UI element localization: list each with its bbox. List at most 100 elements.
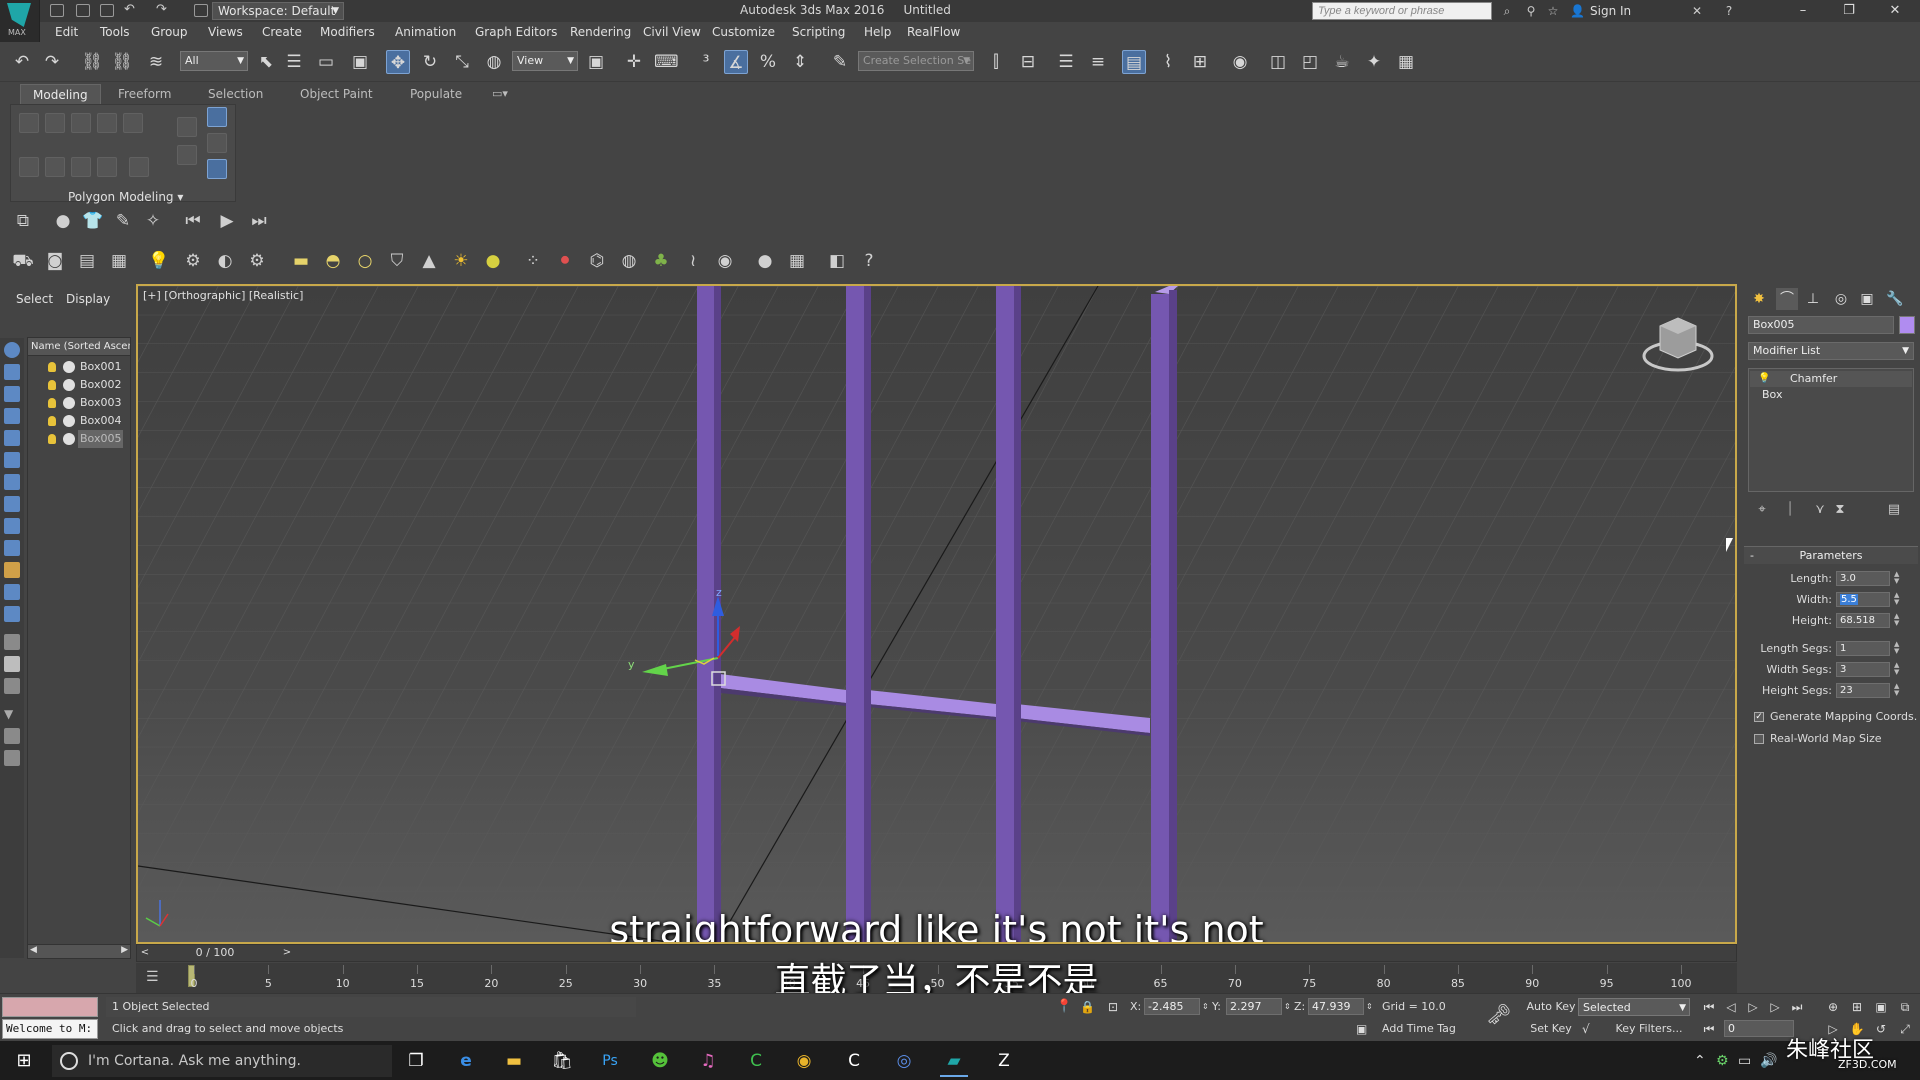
- menu-civil-view[interactable]: Civil View: [643, 25, 701, 39]
- render-production-icon[interactable]: ☕: [1330, 50, 1354, 74]
- go-to-start-icon[interactable]: ⏮: [1700, 998, 1718, 1016]
- select-object-icon[interactable]: ⬉: [254, 50, 278, 74]
- hierarchy-tab-icon[interactable]: ⊥: [1802, 288, 1824, 310]
- height-segs-field[interactable]: 23: [1836, 683, 1890, 698]
- isolate-selection-icon[interactable]: 📍: [1056, 997, 1072, 1017]
- light-bulb-icon[interactable]: [48, 398, 56, 408]
- go-to-start-icon[interactable]: ⏮: [182, 210, 204, 232]
- scene-object-row[interactable]: Box001: [28, 358, 130, 376]
- checkbox-unchecked-icon[interactable]: [1754, 734, 1764, 744]
- render-toggle-icon[interactable]: [63, 361, 75, 373]
- explorer-column-header[interactable]: Name (Sorted Ascen: [28, 338, 130, 356]
- display-tab-icon[interactable]: ▣: [1856, 288, 1878, 310]
- go-to-end-icon[interactable]: ⏭: [248, 210, 270, 232]
- ribbon-panel-label[interactable]: Polygon Modeling ▾: [68, 190, 183, 204]
- collapse-stack-icon[interactable]: [129, 157, 149, 177]
- tray-app-icon[interactable]: ⚙: [1716, 1047, 1729, 1075]
- menu-modifiers[interactable]: Modifiers: [320, 25, 375, 39]
- selection-lock-icon[interactable]: 🔒: [1080, 997, 1095, 1017]
- scene-object-row-selected[interactable]: Box005: [28, 430, 130, 448]
- scene-object-row[interactable]: Box002: [28, 376, 130, 394]
- layer-explorer-icon[interactable]: ≡: [1086, 50, 1110, 74]
- undo-icon[interactable]: ↶: [10, 50, 34, 74]
- spinner-icon[interactable]: ⇕: [1366, 997, 1373, 1017]
- blue-app-icon[interactable]: ◎: [884, 1045, 924, 1077]
- select-by-name-icon[interactable]: ☰: [282, 50, 306, 74]
- filter-frozen-icon[interactable]: [4, 562, 20, 578]
- scroll-right-icon[interactable]: ▶: [121, 945, 128, 955]
- keyboard-shortcut-override-icon[interactable]: ⌨: [654, 50, 679, 74]
- orbit-icon[interactable]: ↺: [1872, 1020, 1890, 1038]
- select-manipulate-icon[interactable]: ✛: [622, 50, 646, 74]
- motion-tab-icon[interactable]: ◎: [1830, 288, 1852, 310]
- spinner-icon[interactable]: ▲ ▼: [1894, 592, 1902, 607]
- subscription-icon[interactable]: ⚲: [1524, 4, 1538, 18]
- explorer-tab-select[interactable]: Select: [16, 292, 53, 306]
- light-bulb-icon[interactable]: 💡: [148, 250, 170, 272]
- post-box004[interactable]: [1151, 286, 1178, 942]
- filter-all-icon[interactable]: [4, 606, 20, 622]
- render-setup-icon[interactable]: ◫: [1266, 50, 1290, 74]
- selection-filter-dropdown[interactable]: All ▼: [180, 51, 248, 71]
- light-bulb-icon[interactable]: [48, 434, 56, 444]
- modify-tab-icon[interactable]: ⌒: [1776, 288, 1798, 310]
- open-file-icon[interactable]: [76, 4, 90, 17]
- scene-explorer-icon[interactable]: ☰: [1054, 50, 1078, 74]
- vertex-icon[interactable]: [19, 113, 39, 133]
- teapot-primitive-icon[interactable]: ⛉: [386, 250, 408, 272]
- viewport-scene[interactable]: y z: [138, 286, 1735, 942]
- y-coordinate-field[interactable]: 2.297: [1226, 998, 1282, 1015]
- post-box003[interactable]: [996, 286, 1021, 942]
- cone-icon[interactable]: ▲: [418, 250, 440, 272]
- spinner-icon[interactable]: ⇕: [1202, 997, 1209, 1017]
- menu-graph-editors[interactable]: Graph Editors: [475, 25, 557, 39]
- next-key-icon[interactable]: ▷: [1766, 998, 1784, 1016]
- spinner-icon[interactable]: ⇕: [1284, 997, 1291, 1017]
- filter-hidden-icon[interactable]: [4, 584, 20, 600]
- filter-helpers-icon[interactable]: [4, 430, 20, 446]
- explorer-options-icon[interactable]: [4, 750, 20, 766]
- menu-customize[interactable]: Customize: [712, 25, 775, 39]
- pin-stack-icon[interactable]: ⌖: [1754, 502, 1770, 518]
- material-sphere-icon[interactable]: ●: [754, 250, 776, 272]
- generate-mapping-coords-checkbox[interactable]: ✓ Generate Mapping Coords.: [1754, 708, 1920, 726]
- light-bulb-icon[interactable]: [48, 416, 56, 426]
- display-none-icon[interactable]: [4, 634, 20, 650]
- width-field[interactable]: 5.5: [1836, 592, 1890, 607]
- remove-modifier-icon[interactable]: [207, 133, 227, 153]
- tab-freeform[interactable]: Freeform: [106, 84, 183, 104]
- real-world-map-size-checkbox[interactable]: Real-World Map Size: [1754, 730, 1920, 748]
- list-icon[interactable]: ▤: [76, 250, 98, 272]
- scroll-left-icon[interactable]: ◀: [30, 945, 37, 955]
- light-bulb-icon[interactable]: [48, 380, 56, 390]
- photoshop-icon[interactable]: Ps: [590, 1045, 630, 1077]
- pivot-center-icon[interactable]: ▣: [584, 50, 608, 74]
- current-frame-field[interactable]: 0: [1724, 1020, 1794, 1037]
- explorer-horizontal-scrollbar[interactable]: ◀ ▶: [28, 944, 130, 958]
- zoom-extents-all-icon[interactable]: ⧉: [1896, 998, 1914, 1016]
- windows-start-icon[interactable]: ⊞: [4, 1045, 44, 1077]
- edge-browser-icon[interactable]: e: [446, 1045, 486, 1077]
- remove-modifier-icon[interactable]: ⧗: [1832, 502, 1848, 518]
- question-icon[interactable]: ?: [858, 250, 880, 272]
- tab-modeling[interactable]: Modeling: [20, 84, 101, 104]
- workspace-dropdown[interactable]: Workspace: Default ▼: [212, 2, 344, 20]
- plane-icon[interactable]: ▬: [290, 250, 312, 272]
- invert-display-icon[interactable]: [4, 678, 20, 694]
- set-key-big-icon[interactable]: 🗝: [1486, 1004, 1511, 1024]
- menu-realflow[interactable]: RealFlow: [907, 25, 960, 39]
- polygon-icon[interactable]: [97, 113, 117, 133]
- x-coordinate-field[interactable]: -2.485: [1144, 998, 1200, 1015]
- binoculars-icon[interactable]: ⌕: [1500, 4, 1514, 18]
- menu-animation[interactable]: Animation: [395, 25, 456, 39]
- teapot-icon[interactable]: ⛟: [12, 250, 34, 272]
- filter-cameras-icon[interactable]: [4, 408, 20, 424]
- camtasia-icon[interactable]: C: [736, 1045, 776, 1077]
- spinner-icon[interactable]: ▲ ▼: [1894, 613, 1902, 628]
- height-field[interactable]: 68.518: [1836, 613, 1890, 628]
- close-button[interactable]: ✕: [1872, 0, 1918, 22]
- select-and-rotate-icon[interactable]: ↻: [418, 50, 442, 74]
- chrome-icon[interactable]: ◉: [784, 1045, 824, 1077]
- find-icon[interactable]: [4, 728, 20, 744]
- project-folder-icon[interactable]: [194, 4, 208, 17]
